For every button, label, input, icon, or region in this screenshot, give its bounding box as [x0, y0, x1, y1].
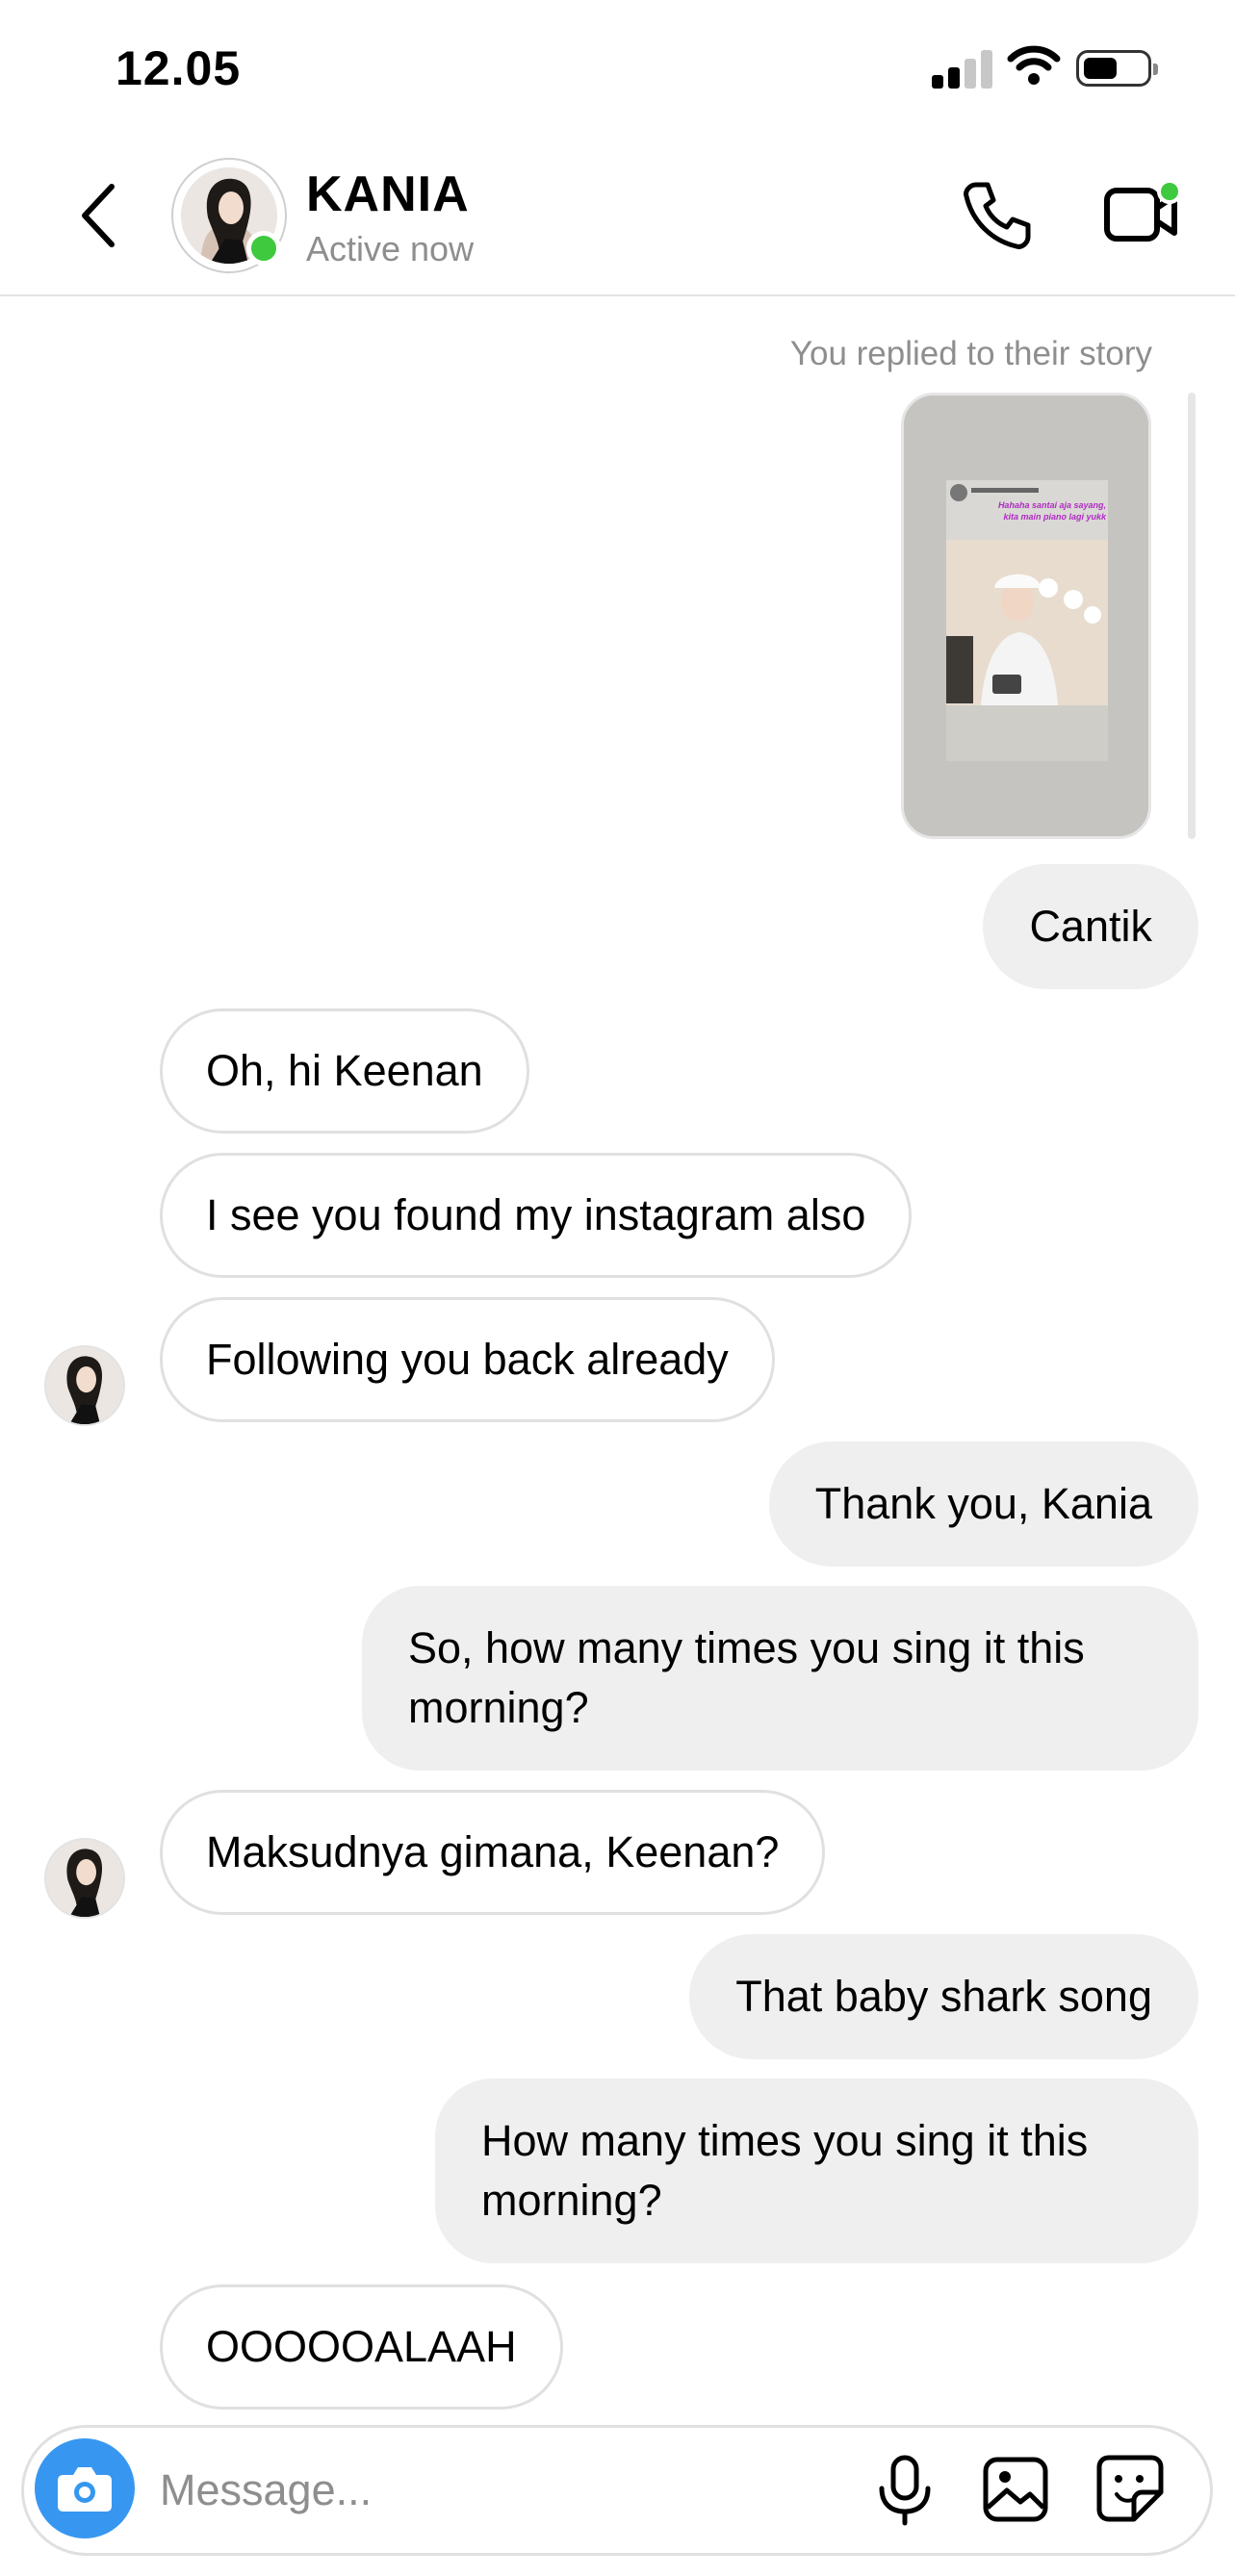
profile-photo-icon	[46, 1840, 123, 1917]
message-bubble-outgoing[interactable]: Cantik	[983, 864, 1198, 989]
online-status-dot	[246, 231, 281, 266]
gallery-icon[interactable]	[982, 2456, 1049, 2523]
sticker-icon[interactable]	[1095, 2454, 1165, 2523]
sender-avatar[interactable]	[44, 1838, 125, 1919]
story-caption: Hahaha santai aja sayang, kita main pian…	[997, 500, 1106, 522]
message-bubble-incoming[interactable]: Following you back already	[160, 1297, 775, 1422]
battery-icon	[1076, 50, 1158, 87]
sender-avatar[interactable]	[44, 1345, 125, 1426]
story-preview-image	[904, 395, 1148, 836]
message-bubble-outgoing[interactable]: Thank you, Kania	[768, 1441, 1198, 1567]
back-arrow-icon[interactable]	[77, 181, 119, 250]
scrollbar[interactable]	[1188, 393, 1196, 839]
wifi-icon	[1007, 45, 1061, 85]
cellular-signal-icon	[932, 48, 993, 89]
message-bubble-outgoing[interactable]: How many times you sing it this morning?	[435, 2079, 1198, 2263]
story-reply-note: You replied to their story	[789, 335, 1152, 372]
camera-icon	[58, 2467, 112, 2512]
header-divider	[0, 294, 1235, 296]
microphone-icon[interactable]	[874, 2454, 936, 2527]
video-active-dot	[1157, 179, 1182, 204]
phone-icon[interactable]	[961, 179, 1034, 252]
message-bubble-incoming[interactable]: I see you found my instagram also	[160, 1153, 913, 1278]
profile-photo-icon	[46, 1347, 123, 1424]
message-bubble-incoming[interactable]: Oh, hi Keenan	[160, 1008, 529, 1134]
story-reply-thumbnail[interactable]: Hahaha santai aja sayang, kita main pian…	[901, 393, 1151, 839]
message-bubble-incoming[interactable]: OOOOOALAAH	[160, 2284, 563, 2410]
contact-activity-status: Active now	[306, 229, 475, 268]
message-bubble-outgoing[interactable]: So, how many times you sing it this morn…	[362, 1586, 1198, 1771]
status-time: 12.05	[116, 41, 242, 95]
message-input[interactable]	[160, 2460, 834, 2521]
camera-button[interactable]	[35, 2438, 135, 2538]
contact-name[interactable]: KANIA	[306, 166, 470, 223]
message-bubble-incoming[interactable]: Maksudnya gimana, Keenan?	[160, 1790, 826, 1915]
message-bubble-outgoing[interactable]: That baby shark song	[689, 1934, 1198, 2059]
